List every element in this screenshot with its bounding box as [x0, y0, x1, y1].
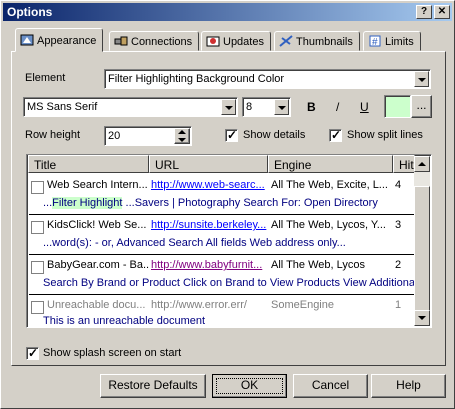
- tab-limits[interactable]: # Limits: [363, 31, 421, 51]
- row-hits: 2: [395, 259, 402, 271]
- options-dialog: Options ? ✕ Appearance Connections Updat…: [0, 0, 455, 409]
- row-engine: All The Web, Lycos, Y...: [271, 219, 386, 231]
- svg-text:#: #: [372, 37, 378, 47]
- tab-appearance[interactable]: Appearance: [15, 28, 104, 52]
- show-details-label: Show details: [243, 129, 306, 141]
- tab-thumbnails[interactable]: Thumbnails: [274, 31, 360, 51]
- table-row[interactable]: KidsClick! Web Se... http://sunsite.berk…: [29, 215, 415, 255]
- element-select-value: Filter Highlighting Background Color: [108, 73, 285, 85]
- element-label: Element: [25, 72, 66, 84]
- chevron-down-icon[interactable]: [221, 99, 236, 115]
- tab-connections[interactable]: Connections: [109, 31, 200, 51]
- column-title[interactable]: Title: [28, 155, 149, 173]
- chevron-down-icon[interactable]: [274, 99, 289, 115]
- help-title-button[interactable]: ?: [416, 5, 432, 19]
- snippet-prefix: ...: [43, 197, 53, 209]
- row-engine: All The Web, Excite, L...: [271, 179, 388, 191]
- close-title-button[interactable]: ✕: [434, 5, 450, 19]
- font-size-value: 8: [246, 101, 253, 113]
- tab-updates[interactable]: Updates: [201, 31, 271, 51]
- row-engine: All The Web, Lycos: [271, 259, 365, 271]
- spinner-arrows-icon[interactable]: [174, 128, 190, 144]
- row-title: KidsClick! Web Se...: [47, 219, 147, 231]
- cancel-button[interactable]: Cancel: [293, 374, 368, 398]
- row-snippet: ...word(s): - or, Advanced Search All fi…: [43, 237, 346, 249]
- chevron-down-icon[interactable]: [414, 71, 429, 87]
- title-bar[interactable]: Options ? ✕: [3, 3, 452, 21]
- tab-connections-label: Connections: [131, 36, 193, 48]
- italic-toggle[interactable]: /: [336, 100, 339, 114]
- scroll-up-icon[interactable]: [414, 156, 430, 172]
- row-hits: 4: [395, 179, 402, 191]
- column-url[interactable]: URL: [149, 155, 268, 173]
- vertical-scrollbar[interactable]: [414, 156, 430, 326]
- element-select[interactable]: Filter Highlighting Background Color: [104, 69, 431, 89]
- thumbnails-icon: [279, 35, 293, 47]
- scroll-down-icon[interactable]: [414, 310, 430, 326]
- row-url-link[interactable]: http://sunsite.berkeley...: [151, 219, 268, 231]
- row-checkbox[interactable]: [31, 181, 44, 194]
- window-title: Options: [7, 5, 53, 19]
- font-family-select[interactable]: MS Sans Serif: [23, 97, 238, 117]
- row-height-spinner[interactable]: 20: [104, 126, 192, 146]
- results-list[interactable]: Title URL Engine Hits Web Search Intern.…: [26, 154, 432, 328]
- row-snippet: ...Filter Highlight ...Savers | Photogra…: [43, 197, 415, 209]
- row-checkbox[interactable]: [31, 261, 44, 274]
- show-split-lines-checkbox[interactable]: [329, 128, 342, 142]
- bold-toggle[interactable]: B: [307, 100, 316, 114]
- table-row[interactable]: Unreachable docu... http://www.error.err…: [29, 295, 415, 327]
- appearance-icon: [20, 34, 34, 46]
- restore-defaults-button[interactable]: Restore Defaults: [100, 374, 206, 398]
- row-title: BabyGear.com - Ba...: [47, 259, 149, 271]
- show-split-lines-label: Show split lines: [347, 129, 423, 141]
- tab-thumbnails-label: Thumbnails: [296, 36, 353, 48]
- row-url-link[interactable]: http://www.babyfurnit...: [151, 259, 268, 271]
- snippet-rest: ...Savers | Photography Search For: Open…: [122, 197, 378, 209]
- show-splash-label: Show splash screen on start: [43, 347, 182, 359]
- show-splash-checkbox[interactable]: [26, 346, 39, 360]
- connections-icon: [114, 35, 128, 47]
- underline-toggle[interactable]: U: [360, 100, 369, 114]
- row-engine: SomeEngine: [271, 299, 334, 311]
- table-row[interactable]: Web Search Intern... http://www.web-sear…: [29, 175, 415, 215]
- ok-button[interactable]: OK: [212, 374, 287, 398]
- row-url-link[interactable]: http://www.error.err/: [151, 299, 268, 311]
- row-checkbox[interactable]: [31, 221, 44, 234]
- row-url-link[interactable]: http://www.web-searc...: [151, 179, 268, 191]
- color-swatch[interactable]: [384, 95, 411, 118]
- row-snippet: This is an unreachable document: [43, 315, 206, 327]
- row-height-value: 20: [108, 130, 121, 142]
- row-snippet: Search By Brand or Product Click on Bran…: [43, 277, 415, 289]
- column-hits[interactable]: Hits: [393, 155, 415, 173]
- tab-updates-label: Updates: [223, 36, 264, 48]
- font-family-value: MS Sans Serif: [27, 101, 98, 113]
- row-checkbox[interactable]: [31, 301, 44, 314]
- row-height-label: Row height: [25, 129, 81, 141]
- help-button[interactable]: Help: [371, 374, 446, 398]
- limits-icon: #: [368, 35, 382, 48]
- font-size-select[interactable]: 8: [242, 97, 291, 117]
- row-hits: 1: [395, 299, 402, 311]
- row-title: Web Search Intern...: [47, 179, 148, 191]
- tab-limits-label: Limits: [385, 36, 414, 48]
- table-row[interactable]: BabyGear.com - Ba... http://www.babyfurn…: [29, 255, 415, 295]
- snippet-highlight: Filter Highlight: [52, 197, 123, 209]
- show-details-checkbox[interactable]: [225, 128, 238, 142]
- scroll-thumb[interactable]: [414, 186, 430, 311]
- column-engine[interactable]: Engine: [268, 155, 393, 173]
- row-title: Unreachable docu...: [47, 299, 146, 311]
- color-picker-button[interactable]: ...: [411, 95, 432, 118]
- tab-appearance-label: Appearance: [37, 35, 97, 47]
- updates-icon: [206, 35, 220, 47]
- row-hits: 3: [395, 219, 402, 231]
